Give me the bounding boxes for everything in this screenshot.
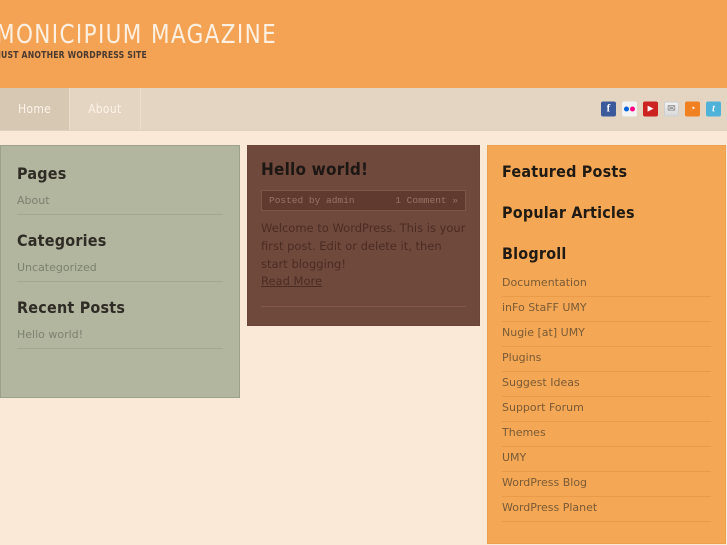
list-item[interactable]: About — [17, 192, 223, 215]
list-item[interactable]: Uncategorized — [17, 259, 223, 282]
site-tagline: JUST ANOTHER WORDPRESS SITE — [0, 50, 147, 61]
widget-blogroll-list: Documentation inFo StaFF UMY Nugie [at] … — [502, 272, 711, 522]
post-comment-count[interactable]: 1 Comment » — [395, 195, 458, 206]
post-excerpt: Welcome to WordPress. This is your first… — [261, 221, 466, 271]
list-item[interactable]: WordPress Blog — [502, 472, 711, 497]
nav-item-home-label: Home — [18, 102, 52, 116]
widget-popular-articles-title: Popular Articles — [502, 203, 635, 222]
site-title[interactable]: MONICIPIUM MAGAZINE — [0, 20, 277, 50]
facebook-icon[interactable]: f — [601, 101, 616, 117]
widget-recent-posts-list: Hello world! — [17, 326, 223, 349]
widget-blogroll: Blogroll Documentation inFo StaFF UMY Nu… — [502, 244, 711, 522]
widget-recent-posts: Recent Posts Hello world! — [17, 298, 223, 349]
post-title[interactable]: Hello world! — [261, 160, 466, 180]
nav-item-about[interactable]: About — [70, 88, 141, 130]
widget-categories-list: Uncategorized — [17, 259, 223, 282]
primary-navigation: Home About f ▶ ✉ ◔ t — [0, 88, 727, 131]
flickr-icon[interactable] — [622, 101, 637, 117]
nav-item-home[interactable]: Home — [0, 88, 71, 130]
post-divider — [261, 306, 466, 308]
rss-icon[interactable]: ◔ — [685, 101, 700, 117]
right-sidebar: Featured Posts Popular Articles Blogroll… — [487, 145, 726, 544]
twitter-icon[interactable]: t — [706, 101, 721, 117]
list-item[interactable]: inFo StaFF UMY — [502, 297, 711, 322]
widget-pages-list: About — [17, 192, 223, 215]
widget-categories: Categories Uncategorized — [17, 231, 223, 282]
widget-pages-title: Pages — [17, 164, 67, 183]
list-item[interactable]: UMY — [502, 447, 711, 472]
site-header: MONICIPIUM MAGAZINE JUST ANOTHER WORDPRE… — [0, 0, 727, 88]
social-icon-list: f ▶ ✉ ◔ t — [601, 101, 721, 117]
post-meta-bar: Posted by admin 1 Comment » — [261, 190, 466, 211]
widget-popular-articles: Popular Articles — [502, 203, 711, 222]
widget-pages: Pages About — [17, 164, 223, 215]
youtube-icon[interactable]: ▶ — [643, 101, 658, 117]
post-author[interactable]: Posted by admin — [269, 195, 355, 206]
main-content: Hello world! Posted by admin 1 Comment »… — [247, 145, 480, 327]
list-item[interactable]: Nugie [at] UMY — [502, 322, 711, 347]
nav-item-about-label: About — [88, 102, 122, 116]
email-icon[interactable]: ✉ — [664, 101, 679, 117]
list-item[interactable]: Hello world! — [17, 326, 223, 349]
list-item[interactable]: Themes — [502, 422, 711, 447]
list-item[interactable]: WordPress Planet — [502, 497, 711, 522]
page-body: Pages About Categories Uncategorized Rec… — [0, 131, 727, 544]
widget-blogroll-title: Blogroll — [502, 244, 567, 263]
widget-categories-title: Categories — [17, 231, 107, 250]
post-hello-world: Hello world! Posted by admin 1 Comment »… — [261, 160, 466, 308]
list-item[interactable]: Support Forum — [502, 397, 711, 422]
left-sidebar: Pages About Categories Uncategorized Rec… — [0, 145, 240, 398]
list-item[interactable]: Plugins — [502, 347, 711, 372]
widget-featured-posts: Featured Posts — [502, 162, 711, 181]
widget-featured-posts-title: Featured Posts — [502, 162, 628, 181]
list-item[interactable]: Suggest Ideas — [502, 372, 711, 397]
read-more-link[interactable]: Read More — [261, 274, 322, 288]
list-item[interactable]: Documentation — [502, 272, 711, 297]
widget-recent-posts-title: Recent Posts — [17, 298, 126, 317]
